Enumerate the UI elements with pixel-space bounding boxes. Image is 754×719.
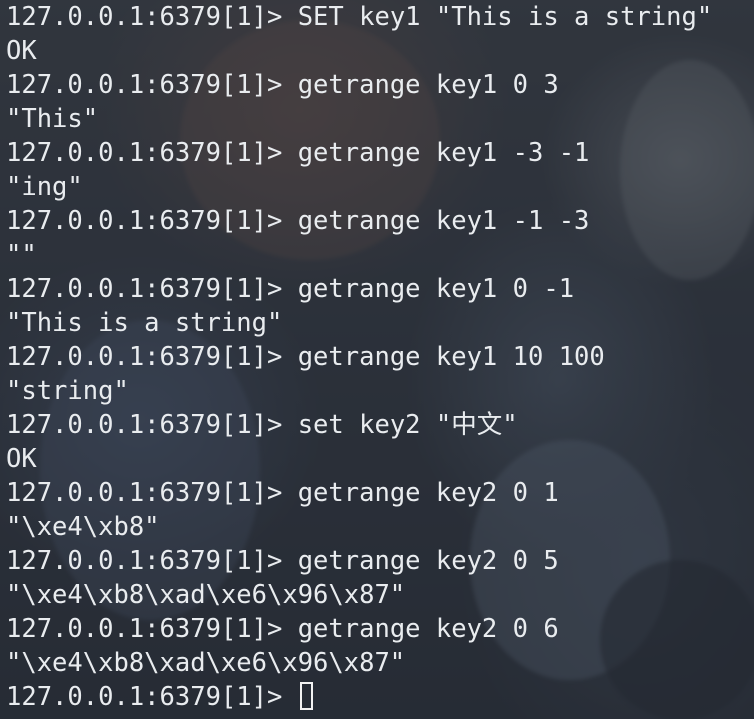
terminal-line-output: "string" — [6, 376, 129, 406]
terminal-line-command: 127.0.0.1:6379[1]> SET key1 "This is a s… — [6, 0, 748, 34]
command-text: set key2 "中文" — [297, 410, 518, 440]
command-text: getrange key1 -3 -1 — [297, 138, 590, 168]
command-text: getrange key2 0 1 — [297, 478, 559, 508]
terminal-line-command: 127.0.0.1:6379[1]> getrange key2 0 5 — [6, 544, 748, 578]
terminal-line-output: "\xe4\xb8\xad\xe6\x96\x87" — [6, 580, 406, 610]
shell-prompt: 127.0.0.1:6379[1]> — [6, 546, 283, 576]
terminal-line-output: "\xe4\xb8\xad\xe6\x96\x87" — [6, 648, 406, 678]
terminal-line-output: "This" — [6, 104, 99, 134]
command-text: getrange key2 0 5 — [297, 546, 559, 576]
shell-prompt: 127.0.0.1:6379[1]> — [6, 342, 283, 372]
terminal-line-command: 127.0.0.1:6379[1]> getrange key2 0 6 — [6, 612, 748, 646]
command-text: getrange key1 0 3 — [297, 70, 559, 100]
command-text: getrange key1 0 -1 — [297, 274, 575, 304]
shell-prompt: 127.0.0.1:6379[1]> — [6, 206, 283, 236]
command-text: getrange key1 10 100 — [297, 342, 605, 372]
terminal-input-line[interactable]: 127.0.0.1:6379[1]> — [6, 680, 748, 714]
command-text: getrange key1 -1 -3 — [297, 206, 590, 236]
terminal-line-output: "ing" — [6, 172, 83, 202]
terminal-line-output: "This is a string" — [6, 308, 283, 338]
terminal-line-command: 127.0.0.1:6379[1]> getrange key1 10 100 — [6, 340, 748, 374]
terminal-line-output: OK — [6, 444, 37, 474]
terminal-line-command: 127.0.0.1:6379[1]> set key2 "中文" — [6, 408, 748, 442]
shell-prompt: 127.0.0.1:6379[1]> — [6, 614, 283, 644]
terminal-line-command: 127.0.0.1:6379[1]> getrange key1 -3 -1 — [6, 136, 748, 170]
shell-prompt: 127.0.0.1:6379[1]> — [6, 2, 283, 32]
shell-prompt: 127.0.0.1:6379[1]> — [6, 478, 283, 508]
command-text: SET key1 "This is a string" — [297, 2, 713, 32]
terminal-line-command: 127.0.0.1:6379[1]> getrange key2 0 1 — [6, 476, 748, 510]
shell-prompt: 127.0.0.1:6379[1]> — [6, 274, 283, 304]
terminal-line-output: "" — [6, 240, 37, 270]
terminal-line-output: "\xe4\xb8" — [6, 512, 160, 542]
command-text: getrange key2 0 6 — [297, 614, 559, 644]
terminal-line-command: 127.0.0.1:6379[1]> getrange key1 -1 -3 — [6, 204, 748, 238]
terminal-line-command: 127.0.0.1:6379[1]> getrange key1 0 -1 — [6, 272, 748, 306]
shell-prompt: 127.0.0.1:6379[1]> — [6, 138, 283, 168]
terminal-line-output: OK — [6, 36, 37, 66]
shell-prompt: 127.0.0.1:6379[1]> — [6, 682, 283, 712]
terminal-line-command: 127.0.0.1:6379[1]> getrange key1 0 3 — [6, 68, 748, 102]
terminal-window[interactable]: 127.0.0.1:6379[1]> SET key1 "This is a s… — [0, 0, 754, 719]
shell-prompt: 127.0.0.1:6379[1]> — [6, 70, 283, 100]
shell-prompt: 127.0.0.1:6379[1]> — [6, 410, 283, 440]
text-cursor — [299, 682, 313, 710]
